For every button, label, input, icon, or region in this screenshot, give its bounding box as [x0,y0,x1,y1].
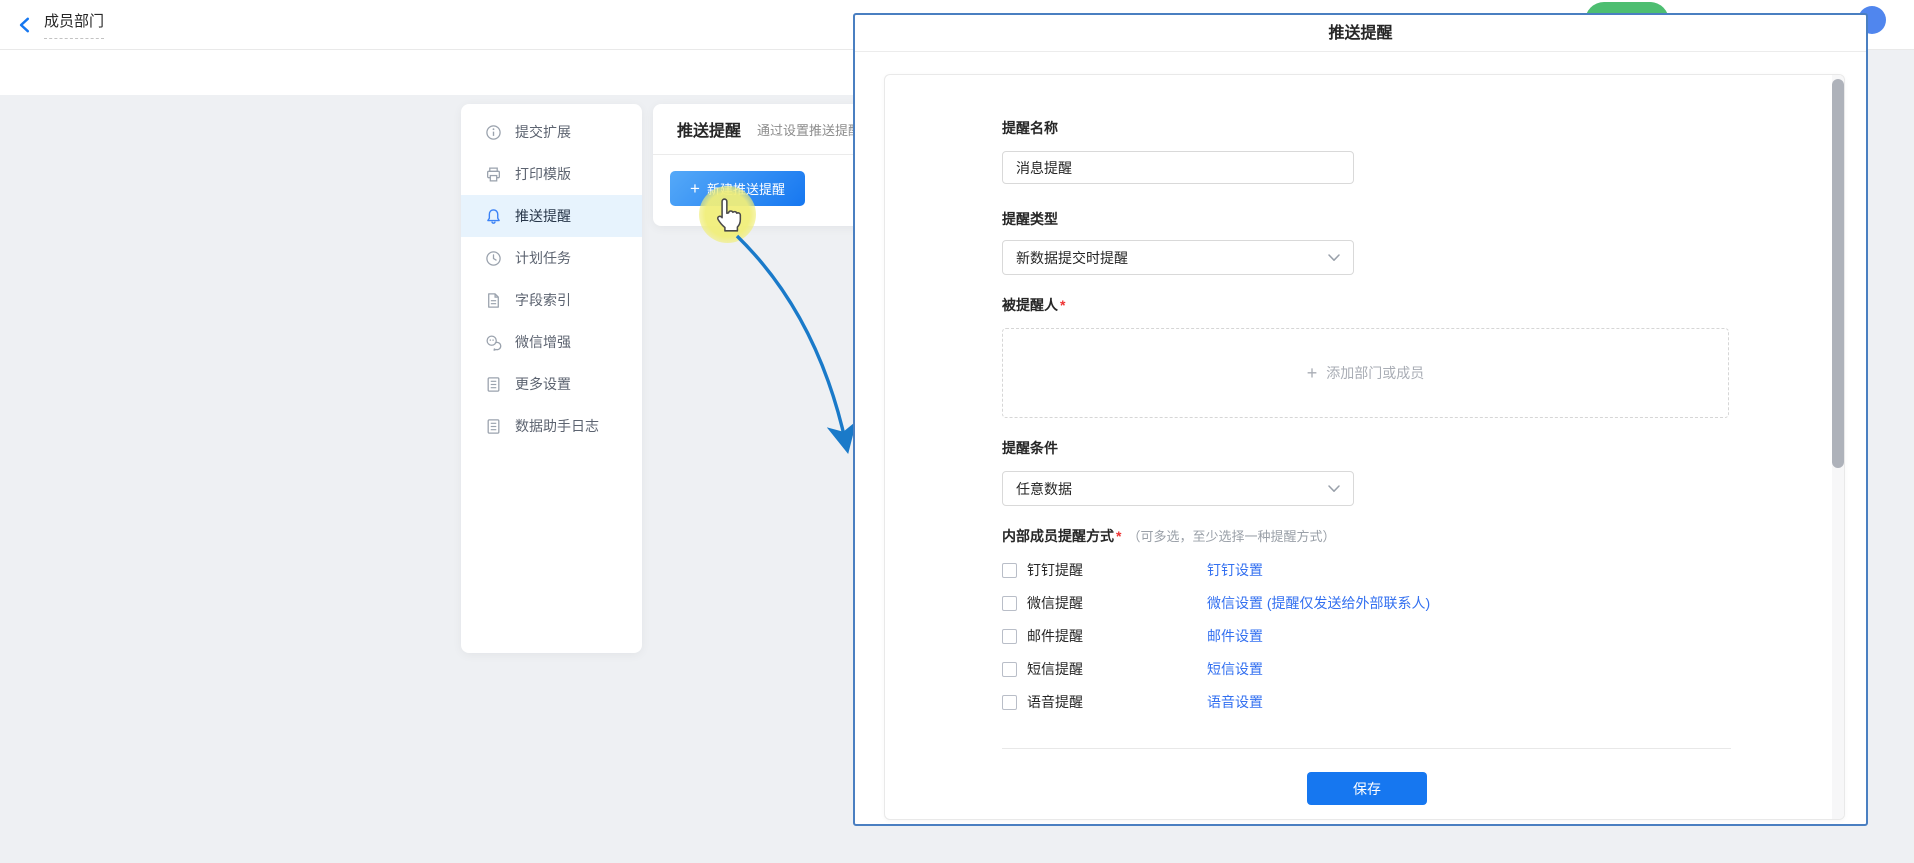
sms-settings-link[interactable]: 短信设置 [1207,659,1263,679]
method-label: 短信提醒 [1027,659,1207,679]
sidebar-item-label: 更多设置 [515,374,571,394]
modal-title: 推送提醒 [855,15,1866,52]
dingtalk-settings-link[interactable]: 钉钉设置 [1207,560,1263,580]
file-icon [485,292,502,309]
voice-settings-link[interactable]: 语音设置 [1207,692,1263,712]
condition-label: 提醒条件 [1002,438,1058,458]
sidebar-item-label: 微信增强 [515,332,571,352]
form-divider [1002,748,1731,749]
sidebar-item-label: 字段索引 [515,290,571,310]
modal-scrollbar-thumb[interactable] [1832,79,1844,468]
method-row-voice: 语音提醒 语音设置 [1002,692,1263,712]
name-label: 提醒名称 [1002,118,1058,138]
bell-icon [485,208,502,225]
add-recipient-dropzone[interactable]: + 添加部门或成员 [1002,328,1729,418]
wechat-checkbox[interactable] [1002,596,1017,611]
reminder-type-select[interactable]: 新数据提交时提醒 [1002,240,1354,275]
clock-icon [485,250,502,267]
sidebar-item-scheduled-tasks[interactable]: 计划任务 [461,237,642,279]
type-label: 提醒类型 [1002,209,1058,229]
list-icon [485,376,502,393]
sidebar-item-data-assistant-log[interactable]: 数据助手日志 [461,405,642,447]
sidebar-item-push-reminder[interactable]: 推送提醒 [461,195,642,237]
hand-cursor-icon [712,197,744,233]
method-label: 微信提醒 [1027,593,1207,613]
sidebar-item-print-template[interactable]: 打印模版 [461,153,642,195]
wechat-icon [485,334,502,351]
push-reminder-modal: 推送提醒 提醒名称 提醒类型 新数据提交时提醒 被提醒人* + 添加部门或成员 … [853,13,1868,826]
email-settings-link[interactable]: 邮件设置 [1207,626,1263,646]
sidebar-item-submit-extension[interactable]: 提交扩展 [461,111,642,153]
sidebar-item-label: 数据助手日志 [515,416,599,436]
email-checkbox[interactable] [1002,629,1017,644]
chevron-down-icon [1328,485,1340,493]
add-recipient-label: 添加部门或成员 [1326,363,1424,383]
reminder-type-value: 新数据提交时提醒 [1016,248,1128,268]
info-icon [485,124,502,141]
sms-checkbox[interactable] [1002,662,1017,677]
recipient-label: 被提醒人* [1002,295,1065,315]
modal-form-card: 提醒名称 提醒类型 新数据提交时提醒 被提醒人* + 添加部门或成员 提醒条件 … [884,74,1845,820]
back-chevron-icon[interactable] [16,16,34,34]
required-asterisk: * [1060,297,1065,313]
method-row-dingtalk: 钉钉提醒 钉钉设置 [1002,560,1263,580]
breadcrumb[interactable]: 成员部门 [16,0,104,50]
list-icon [485,418,502,435]
sidebar-item-field-index[interactable]: 字段索引 [461,279,642,321]
panel-subtitle: 通过设置推送提醒 [757,120,861,139]
save-button[interactable]: 保存 [1307,772,1427,805]
methods-label: 内部成员提醒方式*（可多选，至少选择一种提醒方式） [1002,526,1335,546]
condition-value: 任意数据 [1016,479,1072,499]
method-row-sms: 短信提醒 短信设置 [1002,659,1263,679]
tutorial-arrow [700,220,870,470]
dingtalk-checkbox[interactable] [1002,563,1017,578]
plus-icon: + [1307,364,1318,382]
printer-icon [485,166,502,183]
sidebar-item-more-settings[interactable]: 更多设置 [461,363,642,405]
plus-icon: + [690,180,700,197]
modal-scrollbar-track[interactable] [1832,75,1844,819]
method-label: 钉钉提醒 [1027,560,1207,580]
page-title: 成员部门 [44,12,104,39]
method-row-email: 邮件提醒 邮件设置 [1002,626,1263,646]
method-label: 邮件提醒 [1027,626,1207,646]
settings-sidebar: 提交扩展 打印模版 推送提醒 计划任务 字段索引 微信增强 更多设置 数据助手 [461,104,642,653]
sidebar-item-wechat-enhance[interactable]: 微信增强 [461,321,642,363]
sidebar-item-label: 推送提醒 [515,206,571,226]
voice-checkbox[interactable] [1002,695,1017,710]
sidebar-item-label: 打印模版 [515,164,571,184]
required-asterisk: * [1116,528,1121,544]
methods-note: （可多选，至少选择一种提醒方式） [1127,529,1335,544]
condition-select[interactable]: 任意数据 [1002,471,1354,506]
sidebar-item-label: 提交扩展 [515,122,571,142]
chevron-down-icon [1328,254,1340,262]
method-row-wechat: 微信提醒 微信设置 (提醒仅发送给外部联系人) [1002,593,1430,613]
sidebar-item-label: 计划任务 [515,248,571,268]
method-label: 语音提醒 [1027,692,1207,712]
wechat-settings-link[interactable]: 微信设置 (提醒仅发送给外部联系人) [1207,593,1430,613]
reminder-name-input[interactable] [1002,151,1354,184]
panel-title: 推送提醒 [677,117,741,141]
app-window: 成员部门 提交扩展 打印模版 推送提醒 计划任务 字段索引 微信增强 [0,0,1914,863]
